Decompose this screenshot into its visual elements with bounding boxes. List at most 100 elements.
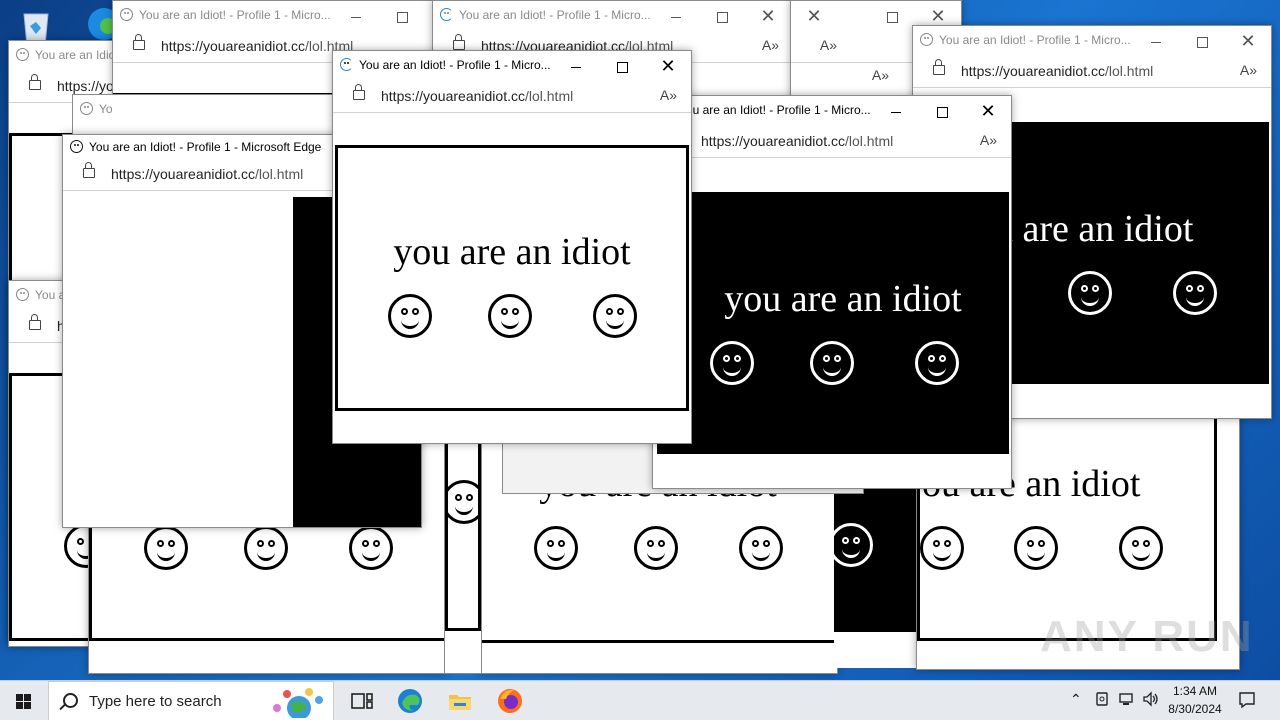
smiley-icon <box>1173 271 1217 315</box>
minimize-button[interactable] <box>653 1 699 31</box>
title-bar[interactable]: You are an Idiot! - Profile 1 - Micro... <box>113 1 443 31</box>
lock-icon <box>133 34 145 50</box>
address-bar[interactable]: https://youareanidiot.cc/lol.html A» <box>913 56 1271 88</box>
browser-window-front-center[interactable]: You are an Idiot! - Profile 1 - Micro...… <box>332 50 692 444</box>
address-bar[interactable]: https://youareanidiot.cc/lol.html A» <box>653 126 1011 158</box>
idiot-frame <box>445 421 481 631</box>
close-button[interactable]: ✕ <box>745 1 791 31</box>
smiley-icon <box>349 526 393 570</box>
minimize-button[interactable] <box>873 96 919 126</box>
clock-date[interactable]: 8/30/2024 <box>1164 702 1226 716</box>
title-bar[interactable]: You are an Idiot! - Profile 1 - Micro...… <box>653 96 1011 126</box>
window-title: You are an Idiot! - Profile 1 - Micro... <box>459 8 651 22</box>
file-explorer-icon[interactable] <box>446 687 474 715</box>
maximize-button[interactable] <box>699 1 745 31</box>
read-aloud-icon[interactable]: A» <box>660 87 677 103</box>
close-button[interactable]: ✕ <box>1225 26 1271 56</box>
maximize-button[interactable] <box>379 1 425 31</box>
smiley-favicon-icon <box>80 102 93 115</box>
close-button[interactable]: ✕ <box>645 51 691 81</box>
smiley-icon <box>834 523 873 567</box>
search-highlight-icon <box>273 688 323 718</box>
smiley-icon <box>1119 526 1163 570</box>
read-aloud-icon[interactable]: A» <box>762 37 779 53</box>
minimize-button[interactable] <box>553 51 599 81</box>
window-title: You are an Idiot! - Profile 1 - Micro... <box>139 8 331 22</box>
window-title: You are an Idiot! - Profile 1 - Micro... <box>359 58 551 72</box>
smiley-icon <box>710 341 754 385</box>
smiley-icon <box>244 526 288 570</box>
page-content: you are an idiot <box>333 113 691 443</box>
browser-window[interactable] <box>444 420 482 674</box>
notifications-icon[interactable] <box>1238 691 1256 709</box>
url-text[interactable]: https://youareanidiot.cc/lol.html <box>961 63 1153 79</box>
read-aloud-icon[interactable]: A» <box>980 132 997 148</box>
search-placeholder: Type here to search <box>89 693 222 710</box>
url-text[interactable]: https://youareanidiot.cc/lol.html <box>161 38 353 54</box>
address-bar[interactable]: https://youareanidiot.cc/lol.html A» <box>333 81 691 113</box>
smiley-icon <box>1068 271 1112 315</box>
url-text[interactable]: https://youareanidiot.cc/lol.html <box>111 166 303 182</box>
url-text[interactable]: https://yo <box>57 78 114 94</box>
smiley-favicon-icon <box>16 288 29 301</box>
close-button[interactable]: ✕ <box>965 96 1011 126</box>
edge-icon[interactable] <box>396 687 424 715</box>
loading-spinner-icon <box>340 58 353 71</box>
url-text[interactable]: https://youareanidiot.cc/lol.html <box>381 88 573 104</box>
smiley-icon <box>920 526 964 570</box>
smiley-icon <box>593 294 637 338</box>
title-bar[interactable]: Yo <box>73 95 333 125</box>
idiot-frame-black <box>834 480 918 632</box>
loading-spinner-icon <box>440 8 453 21</box>
smiley-icon <box>445 480 481 524</box>
smiley-icon <box>488 294 532 338</box>
lock-icon <box>29 314 41 330</box>
lock-icon <box>453 34 465 50</box>
smiley-icon <box>534 526 578 570</box>
title-bar[interactable]: You are an Idiot! - Profile 1 - Micro...… <box>433 1 793 31</box>
lock-icon <box>29 74 41 90</box>
title-bar[interactable]: You are an Idiot <box>9 41 119 71</box>
title-bar[interactable]: You are an Idiot! - Profile 1 - Micro...… <box>913 26 1271 56</box>
show-hidden-icons-chevron-icon[interactable]: ⌃ <box>1070 691 1082 708</box>
read-aloud-icon[interactable]: A» <box>1240 62 1257 78</box>
maximize-button[interactable] <box>869 1 915 31</box>
smiley-favicon-icon <box>16 48 29 61</box>
page-content: you are an idiot <box>653 158 1011 488</box>
window-title: You a <box>35 288 66 302</box>
windows-logo-icon[interactable] <box>0 681 48 720</box>
maximize-button[interactable] <box>1179 26 1225 56</box>
smiley-icon <box>739 526 783 570</box>
task-view-icon[interactable] <box>348 687 376 715</box>
anyrun-watermark: ANY RUN <box>1040 612 1254 661</box>
url-text[interactable]: https://youareanidiot.cc/lol.html <box>701 133 893 149</box>
smiley-favicon-icon <box>920 33 933 46</box>
smiley-icon <box>388 294 432 338</box>
idiot-message: u are an idiot <box>994 208 1194 250</box>
read-aloud-icon[interactable]: A» <box>820 37 837 53</box>
network-icon[interactable] <box>1118 691 1136 707</box>
firefox-icon[interactable] <box>496 687 524 715</box>
maximize-button[interactable] <box>919 96 965 126</box>
search-box[interactable]: Type here to search <box>48 681 334 720</box>
idiot-message: you are an idiot <box>724 278 962 320</box>
smiley-favicon-icon <box>70 140 83 153</box>
minimize-button[interactable] <box>1133 26 1179 56</box>
window-title: You are an Idiot <box>35 48 119 62</box>
minimize-button[interactable] <box>333 1 379 31</box>
maximize-button[interactable] <box>599 51 645 81</box>
browser-window[interactable]: You are an Idiot! - Profile 1 - Micro...… <box>652 95 1012 489</box>
lock-icon <box>83 162 95 178</box>
tray-device-icon[interactable] <box>1094 691 1110 707</box>
close-button[interactable]: ✕ <box>791 1 837 31</box>
smiley-icon <box>634 526 678 570</box>
volume-icon[interactable] <box>1142 691 1160 707</box>
idiot-message: you are an idiot <box>393 231 631 273</box>
search-icon <box>63 693 78 708</box>
desktop: You are an Idiot https://yo You a h ou a… <box>0 0 1280 680</box>
title-bar[interactable]: You are an Idiot! - Profile 1 - Micro...… <box>333 51 691 81</box>
smiley-icon <box>915 341 959 385</box>
clock-time[interactable]: 1:34 AM <box>1166 684 1224 698</box>
read-aloud-icon[interactable]: A» <box>872 67 889 83</box>
lock-icon <box>933 59 945 75</box>
